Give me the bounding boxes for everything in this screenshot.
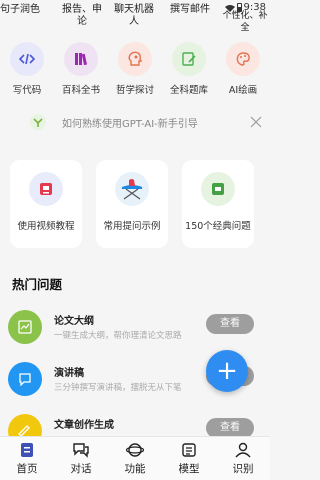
list-item-title: 论文大纲 [54,316,94,327]
status-bar: 9:38 [224,2,266,13]
bottom-tab-bar: 首页 对话 功能 模型 识别 [0,436,270,480]
head-icon [118,42,152,76]
home-icon [21,443,33,457]
chat-icon [201,172,235,206]
wifi-icon [224,4,235,12]
tip-logo-icon [30,114,46,130]
list-item-title: 演讲稿 [54,368,84,379]
category-encyclopedia[interactable]: 百科全书 [58,42,104,96]
guide-tip-bar[interactable]: 如何熟练使用GPT-AI-新手引导 [30,108,262,136]
top-tab-write-email[interactable]: 撰写邮件 [170,4,210,16]
video-icon [29,172,63,206]
speech-icon [8,362,42,396]
battery-icon [236,3,242,12]
category-label: AI绘画 [228,85,258,96]
tip-text: 如何熟练使用GPT-AI-新手引导 [62,118,198,130]
section-title-hot: 热门问题 [12,277,63,292]
category-label: 百科全书 [61,85,100,96]
document-icon [8,310,42,344]
tab-chat[interactable]: 对话 [56,441,106,476]
top-tab-sentence-polish[interactable]: 句子润色 [0,4,40,16]
top-tab-chatbot[interactable]: 聊天机器 人 [114,4,154,28]
list-item-subtitle: 三分钟撰写演讲稿，摆脱无从下笔 [54,383,182,393]
category-philosophy[interactable]: 哲学探讨 [112,42,158,96]
category-ai-painting[interactable]: AI绘画 [220,42,266,96]
top-tab-strip: 句子润色 报告、申 论 聊天机器 人 撰写邮件 个性化、补全 9:38 [0,0,270,34]
ironing-icon [115,172,149,206]
category-row: 写代码 百科全书 哲学探讨 全科题库 AI绘画 [0,42,270,100]
card-classic-questions[interactable]: 150个经典问题 [182,160,254,248]
user-icon [235,442,251,458]
category-label: 写代码 [12,85,42,96]
top-tab-personalize[interactable]: 个性化、补全 [222,10,268,34]
tab-home[interactable]: 首页 [2,441,52,476]
code-icon [10,42,44,76]
card-video-tutorial[interactable]: 使用视频教程 [10,160,82,248]
tab-label: 首页 [16,463,38,475]
close-icon[interactable] [250,116,262,128]
card-label: 使用视频教程 [17,221,75,232]
card-label: 常用提问示例 [103,221,161,232]
tab-function[interactable]: 功能 [110,441,160,476]
category-label: 全科题库 [169,85,208,96]
view-button[interactable]: 查看 [206,314,254,334]
category-label: 哲学探讨 [115,85,154,96]
list-item-subtitle: 一键生成大纲，帮你理清论文思路 [54,331,182,341]
category-question-bank[interactable]: 全科题库 [166,42,212,96]
plus-icon: + [216,356,238,386]
chat-bubbles-icon [73,443,89,458]
card-label: 150个经典问题 [185,221,251,232]
list-item-paper-outline[interactable]: 论文大纲 一键生成大纲，帮你理清论文思路 查看 [8,306,270,350]
add-button[interactable]: + [206,350,248,392]
tab-label: 识别 [232,463,254,475]
palette-icon [226,42,260,76]
tab-model[interactable]: 模型 [164,441,214,476]
top-tab-report[interactable]: 报告、申 论 [62,4,102,28]
tab-label: 功能 [124,463,146,475]
tab-label: 模型 [178,463,200,475]
view-button[interactable]: 查看 [206,418,254,438]
card-question-examples[interactable]: 常用提问示例 [96,160,168,248]
status-time: 9:38 [243,2,266,13]
category-write-code[interactable]: 写代码 [4,42,50,96]
list-item-title: 文章创作生成 [54,420,114,431]
books-icon [64,42,98,76]
tab-recognize[interactable]: 识别 [218,441,268,476]
tab-label: 对话 [70,463,92,475]
function-icon [126,443,144,457]
model-icon [182,443,196,457]
edit-icon [172,42,206,76]
